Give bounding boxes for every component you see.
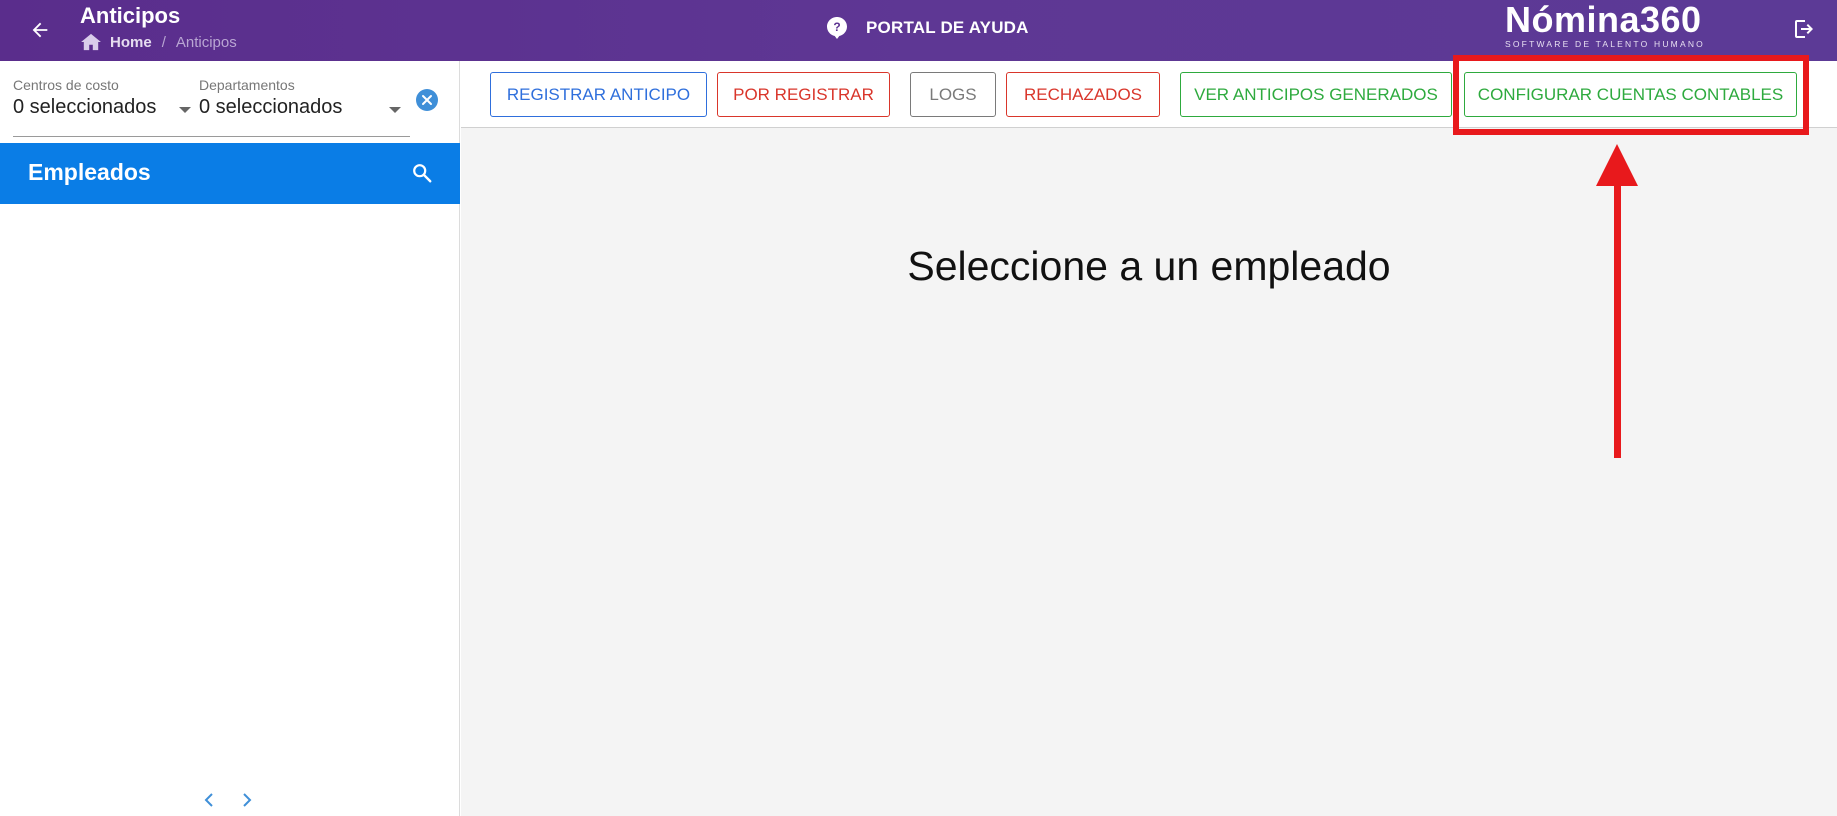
logout-icon <box>1795 20 1813 38</box>
employees-sidebar: Centros de costo 0 seleccionados Departa… <box>0 61 460 816</box>
next-page-button[interactable] <box>238 790 256 810</box>
page-title: Anticipos <box>80 3 181 28</box>
filter-underline <box>13 136 410 137</box>
logs-button[interactable]: LOGS <box>910 72 996 117</box>
rejected-button[interactable]: RECHAZADOS <box>1006 72 1160 117</box>
svg-text:?: ? <box>833 20 840 34</box>
help-circle-icon: ? <box>826 16 850 40</box>
chevron-down-icon <box>389 107 401 113</box>
chevron-right-icon <box>243 793 252 807</box>
clear-filters-button[interactable] <box>416 89 438 111</box>
actions-toolbar: REGISTRAR ANTICIPO POR REGISTRAR LOGS RE… <box>461 61 1837 128</box>
prev-page-button[interactable] <box>200 790 218 810</box>
main-content: REGISTRAR ANTICIPO POR REGISTRAR LOGS RE… <box>461 61 1837 816</box>
departments-select[interactable]: Departamentos 0 seleccionados <box>199 77 406 119</box>
search-icon <box>413 164 432 183</box>
close-circle-icon <box>422 95 432 105</box>
employee-search-button[interactable] <box>409 160 435 186</box>
logout-button[interactable] <box>1789 14 1819 44</box>
back-button[interactable] <box>22 12 58 48</box>
empty-state-message: Seleccione a un empleado <box>907 243 1391 289</box>
view-generated-advances-button[interactable]: VER ANTICIPOS GENERADOS <box>1180 72 1452 117</box>
nomina360-logo: Nómina360 SOFTWARE DE TALENTO HUMANO <box>1505 0 1705 49</box>
help-portal-link[interactable]: ? PORTAL DE AYUDA <box>826 16 1029 40</box>
departments-label: Departamentos <box>199 77 295 93</box>
top-header: Anticipos Home / Anticipos ? PORTAL DE A… <box>0 0 1837 61</box>
chevron-left-icon <box>204 793 213 807</box>
employees-title: Empleados <box>28 159 151 185</box>
logo-text: Nómina360 <box>1505 0 1702 40</box>
pending-registration-button[interactable]: POR REGISTRAR <box>717 72 890 117</box>
logo-subtitle: SOFTWARE DE TALENTO HUMANO <box>1505 39 1705 49</box>
employees-header: Empleados <box>0 143 460 204</box>
breadcrumb: Home / Anticipos <box>80 33 237 51</box>
chevron-down-icon <box>179 107 191 113</box>
help-portal-label: PORTAL DE AYUDA <box>866 18 1029 37</box>
departments-value: 0 seleccionados <box>199 96 343 118</box>
register-advance-button[interactable]: REGISTRAR ANTICIPO <box>490 72 707 117</box>
configure-accounting-accounts-button[interactable]: CONFIGURAR CUENTAS CONTABLES <box>1464 72 1797 117</box>
breadcrumb-current: Anticipos <box>175 33 237 51</box>
breadcrumb-home-link[interactable]: Home <box>110 34 152 51</box>
cost-centers-label: Centros de costo <box>13 77 119 93</box>
cost-centers-value: 0 seleccionados <box>13 96 157 118</box>
cost-centers-select[interactable]: Centros de costo 0 seleccionados <box>13 77 193 119</box>
breadcrumb-separator: / <box>161 33 166 51</box>
home-icon <box>80 33 102 51</box>
arrow-left-icon <box>32 22 48 38</box>
employee-pager <box>200 790 256 810</box>
